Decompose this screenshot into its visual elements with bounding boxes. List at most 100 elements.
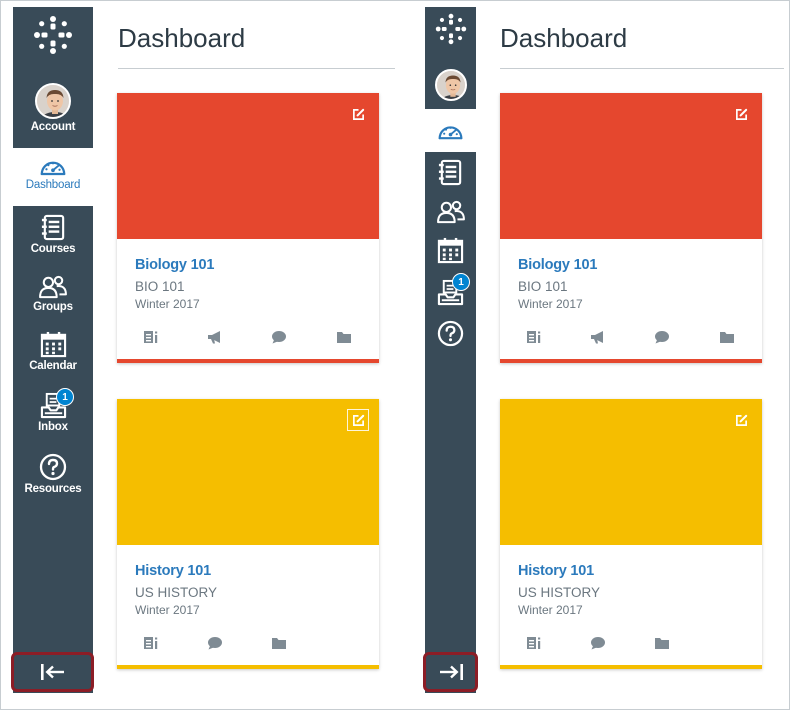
groups-icon [38,275,68,299]
assignments-link[interactable] [525,329,543,345]
files-link[interactable] [335,329,353,345]
course-card-biology[interactable]: Biology 101 BIO 101 Winter 2017 [117,93,379,363]
course-code: US HISTORY [135,585,218,600]
expand-nav-button[interactable] [423,652,478,692]
edit-card-button[interactable] [730,409,752,431]
course-term: Winter 2017 [135,603,200,617]
arrow-right-to-bar-icon [438,663,464,681]
course-color-stripe [500,359,762,363]
edit-card-button[interactable] [730,103,752,125]
avatar [434,69,467,101]
nav-item-resources[interactable] [425,320,476,350]
files-icon [336,330,352,344]
assignments-icon [526,636,542,650]
course-card-hero[interactable] [500,93,762,239]
assignments-link[interactable] [142,635,160,651]
announcements-link[interactable] [206,329,224,345]
files-icon [719,330,735,344]
discussions-icon [271,330,287,344]
assignments-icon [526,330,542,344]
nav-item-groups[interactable] [425,200,476,230]
nav-item-courses-label: Courses [30,243,76,255]
discussions-link[interactable] [270,329,288,345]
nav-item-resources[interactable]: Resources [13,453,93,505]
edit-icon [735,414,748,427]
assignments-icon [143,330,159,344]
canvas-logo-icon [33,15,73,55]
arrow-left-to-bar-icon [40,663,66,681]
course-card-hero[interactable] [500,399,762,545]
course-card-biology[interactable]: Biology 101 BIO 101 Winter 2017 [500,93,762,363]
title-divider [118,68,395,69]
courses-icon [40,214,67,241]
nav-item-inbox-label: Inbox [38,421,68,433]
nav-item-calendar-label: Calendar [29,360,77,372]
files-icon [654,636,670,650]
course-color-stripe [117,665,379,669]
nav-item-dashboard[interactable] [425,109,476,152]
groups-icon [436,200,466,224]
announcements-icon [207,330,223,344]
nav-item-courses[interactable]: Courses [13,214,93,266]
nav-item-resources-label: Resources [24,483,82,495]
files-link[interactable] [718,329,736,345]
nav-item-dashboard-label: Dashboard [25,179,81,191]
announcements-link[interactable] [589,329,607,345]
course-name[interactable]: Biology 101 [518,257,597,273]
page-title: Dashboard [500,23,628,53]
discussions-link[interactable] [653,329,671,345]
files-link[interactable] [270,635,288,651]
discussions-icon [590,636,606,650]
edit-card-button[interactable] [347,409,369,431]
assignments-link[interactable] [525,635,543,651]
inbox-unread-badge: 1 [56,388,74,406]
nav-item-inbox[interactable]: Inbox 1 [13,388,93,444]
calendar-icon [437,237,464,264]
edit-icon [735,108,748,121]
nav-item-dashboard[interactable]: Dashboard [13,148,93,206]
course-name[interactable]: Biology 101 [135,257,214,273]
discussions-icon [207,636,223,650]
course-term: Winter 2017 [135,297,200,311]
avatar [35,83,71,119]
help-icon [39,453,67,481]
dashboard-icon [39,156,67,177]
discussions-link[interactable] [589,635,607,651]
nav-item-groups[interactable]: Groups [13,275,93,327]
course-card-hero[interactable] [117,93,379,239]
discussions-link[interactable] [206,635,224,651]
assignments-link[interactable] [142,329,160,345]
nav-item-account[interactable]: Account [13,83,93,141]
help-icon [437,320,464,347]
nav-item-account-label: Account [30,121,76,133]
inbox-unread-badge: 1 [452,273,470,291]
edit-card-button[interactable] [347,103,369,125]
global-nav-expanded: Account Dashboard Courses Groups Calenda… [13,7,93,693]
courses-icon [437,159,464,186]
course-name[interactable]: History 101 [518,563,594,579]
nav-item-groups-label: Groups [33,301,73,313]
nav-item-calendar[interactable] [425,237,476,267]
course-name[interactable]: History 101 [135,563,211,579]
dashboard-icon [437,121,464,141]
course-color-stripe [117,359,379,363]
course-color-stripe [500,665,762,669]
nav-item-courses[interactable] [425,159,476,189]
nav-item-account[interactable] [425,69,476,105]
collapse-nav-button[interactable] [11,652,94,692]
nav-item-calendar[interactable]: Calendar [13,331,93,383]
course-card-history[interactable]: History 101 US HISTORY Winter 2017 [117,399,379,669]
institution-logo[interactable] [425,13,476,49]
files-icon [271,636,287,650]
course-term: Winter 2017 [518,297,583,311]
discussions-icon [654,330,670,344]
course-code: US HISTORY [518,585,601,600]
assignments-icon [143,636,159,650]
screenshot-frame: Account Dashboard Courses Groups Calenda… [0,0,790,710]
title-divider [500,68,784,69]
course-card-history[interactable]: History 101 US HISTORY Winter 2017 [500,399,762,669]
files-link[interactable] [653,635,671,651]
institution-logo[interactable] [13,15,93,61]
nav-item-inbox[interactable]: 1 [425,273,476,309]
course-card-hero[interactable] [117,399,379,545]
